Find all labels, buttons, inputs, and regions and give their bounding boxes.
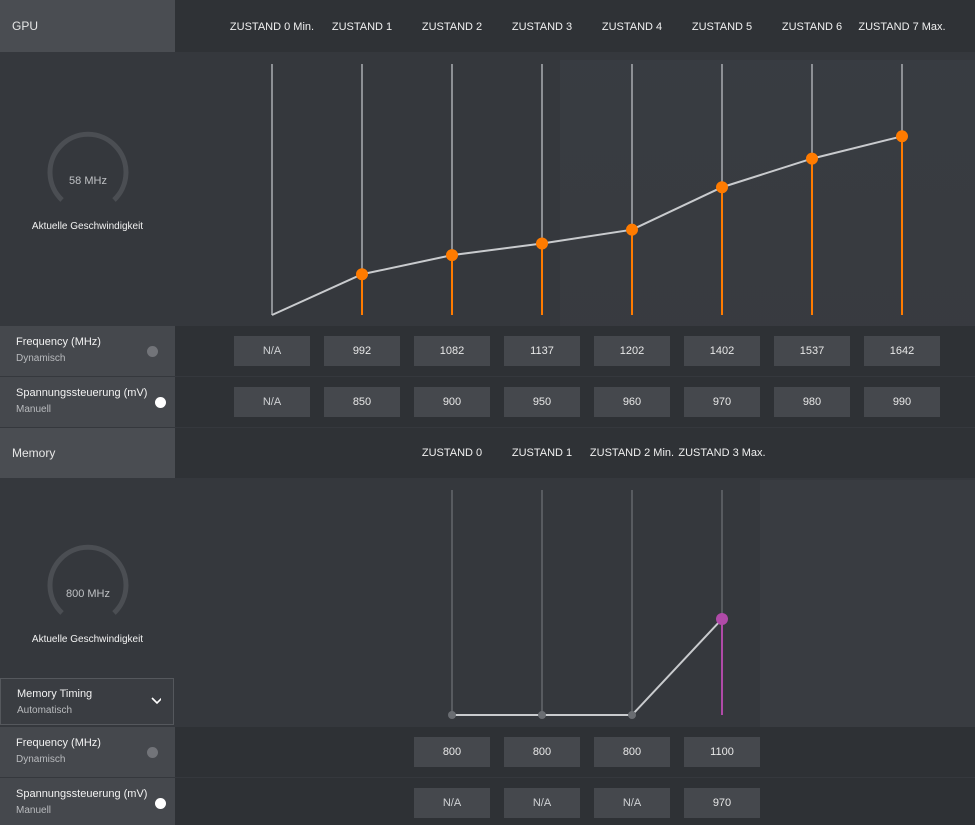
memory-timing-mode: Automatisch (17, 705, 73, 716)
memory-state-point (538, 711, 546, 719)
memory-state-point (448, 711, 456, 719)
memory-voltage-cell[interactable]: N/A (594, 788, 670, 818)
chevron-down-icon (151, 697, 161, 705)
memory-voltage-row: Spannungssteuerung (mV) Manuell N/A N/A … (0, 778, 975, 825)
memory-voltage-title: Spannungssteuerung (mV) (16, 788, 148, 800)
memory-frequency-control: Frequency (MHz) Dynamisch (0, 727, 175, 777)
memory-frequency-cell[interactable]: 800 (504, 737, 580, 767)
memory-frequency-toggle[interactable] (147, 747, 158, 758)
memory-state-point (628, 711, 636, 719)
memory-voltage-control: Spannungssteuerung (mV) Manuell (0, 778, 175, 825)
memory-curve (452, 618, 723, 716)
memory-voltage-toggle[interactable] (155, 798, 166, 809)
memory-frequency-mode: Dynamisch (16, 754, 66, 765)
memory-voltage-mode: Manuell (16, 805, 52, 816)
memory-voltage-cell[interactable]: N/A (504, 788, 580, 818)
memory-frequency-title: Frequency (MHz) (16, 737, 101, 749)
memory-timing-title: Memory Timing (17, 688, 93, 700)
memory-frequency-cell[interactable]: 800 (594, 737, 670, 767)
memory-voltage-cell[interactable]: N/A (414, 788, 490, 818)
memory-state-point (716, 613, 728, 625)
memory-timing-dropdown[interactable]: Memory Timing Automatisch (0, 678, 174, 725)
memory-frequency-cell[interactable]: 1100 (684, 737, 760, 767)
memory-frequency-row: Frequency (MHz) Dynamisch 800 800 800 11… (0, 727, 975, 777)
memory-voltage-cell[interactable]: 970 (684, 788, 760, 818)
memory-frequency-cell[interactable]: 800 (414, 737, 490, 767)
